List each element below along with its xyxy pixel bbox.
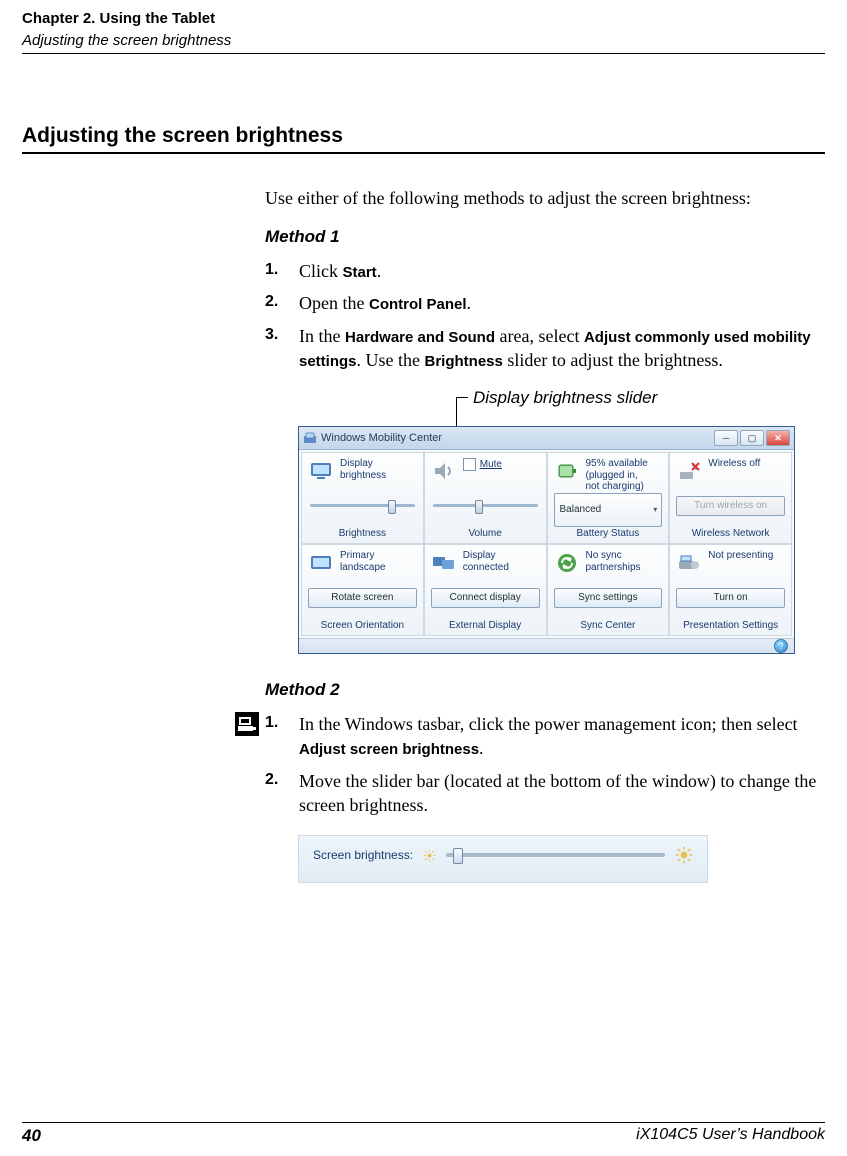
- window-title: Windows Mobility Center: [321, 432, 714, 444]
- section-subhead: Adjusting the screen brightness: [22, 27, 825, 54]
- tile-caption: Battery Status: [554, 527, 663, 539]
- tile-label: Primary landscape: [340, 550, 406, 573]
- step-number: 1.: [265, 712, 299, 734]
- page-number: 40: [22, 1126, 41, 1146]
- brightness-slider[interactable]: [446, 853, 665, 857]
- step-text: Open the Control Panel.: [299, 291, 825, 315]
- projector-icon: [676, 550, 702, 576]
- window-footer: ?: [299, 638, 794, 653]
- step-text: Move the slider bar (located at the bott…: [299, 769, 825, 818]
- brightness-slider[interactable]: [310, 504, 415, 507]
- connect-display-button[interactable]: Connect display: [431, 588, 540, 608]
- wireless-off-icon: [676, 458, 702, 484]
- tile-caption: Volume: [431, 527, 540, 539]
- sun-dim-icon: [423, 849, 436, 862]
- tile-label: 95% available (plugged in, not charging): [586, 458, 652, 493]
- tile-caption: External Display: [431, 619, 540, 631]
- step-number: 1.: [265, 259, 299, 281]
- minimize-button[interactable]: ─: [714, 430, 738, 446]
- mobility-center-window: Windows Mobility Center ─ ▢ ✕ Display br…: [298, 426, 795, 654]
- callout-leader-line: [456, 397, 468, 398]
- step-number: 2.: [265, 769, 299, 791]
- sync-settings-button[interactable]: Sync settings: [554, 588, 663, 608]
- tile-orientation: Primary landscape Rotate screen Screen O…: [301, 544, 424, 636]
- sun-bright-icon: [675, 846, 693, 864]
- orientation-icon: [308, 550, 334, 576]
- method2-heading: Method 2: [265, 680, 825, 700]
- tile-presentation: Not presenting Turn on Presentation Sett…: [669, 544, 792, 636]
- tile-caption: Presentation Settings: [676, 619, 785, 631]
- chapter-title: Chapter 2. Using the Tablet: [22, 10, 825, 27]
- page-footer: 40 iX104C5 User’s Handbook: [22, 1122, 825, 1146]
- rotate-screen-button[interactable]: Rotate screen: [308, 588, 417, 608]
- tile-label: Wireless off: [708, 458, 760, 470]
- book-title: iX104C5 User’s Handbook: [636, 1126, 825, 1146]
- callout: Display brightness slider: [265, 388, 825, 426]
- dual-monitor-icon: [431, 550, 457, 576]
- tile-label: Display connected: [463, 550, 529, 573]
- tile-external-display: Display connected Connect display Extern…: [424, 544, 547, 636]
- turn-wireless-on-button[interactable]: Turn wireless on: [676, 496, 785, 516]
- app-icon: [303, 431, 317, 445]
- tile-caption: Wireless Network: [676, 527, 785, 539]
- step-text: In the Windows tasbar, click the power m…: [299, 712, 825, 761]
- tile-display-brightness: Display brightness Brightness: [301, 452, 424, 544]
- tile-battery: 95% available (plugged in, not charging)…: [547, 452, 670, 544]
- battery-icon: [554, 458, 580, 484]
- tile-wireless: Wireless off Turn wireless on Wireless N…: [669, 452, 792, 544]
- monitor-icon: [308, 458, 334, 484]
- chevron-down-icon: ▾: [653, 505, 657, 514]
- callout-leader-line: [456, 397, 457, 426]
- brightness-label: Screen brightness:: [313, 848, 413, 862]
- tile-caption: Screen Orientation: [308, 619, 417, 631]
- brightness-panel: Screen brightness:: [298, 835, 708, 883]
- method1-steps: 1. Click Start. 2. Open the Control Pane…: [265, 259, 825, 372]
- title-bar[interactable]: Windows Mobility Center ─ ▢ ✕: [299, 427, 794, 450]
- mute-checkbox[interactable]: [463, 458, 476, 471]
- callout-label: Display brightness slider: [473, 388, 657, 408]
- volume-slider[interactable]: [433, 504, 538, 507]
- step-number: 2.: [265, 291, 299, 313]
- method2-steps: 1. In the Windows tasbar, click the powe…: [265, 712, 825, 817]
- tile-sync-center: No sync partnerships Sync settings Sync …: [547, 544, 670, 636]
- intro-text: Use either of the following methods to a…: [265, 188, 825, 209]
- tile-caption: Sync Center: [554, 619, 663, 631]
- step-text: Click Start.: [299, 259, 825, 283]
- sync-icon: [554, 550, 580, 576]
- power-management-icon: [235, 712, 259, 736]
- power-plan-combo[interactable]: Balanced▾: [554, 493, 663, 528]
- turn-on-presentation-button[interactable]: Turn on: [676, 588, 785, 608]
- tile-caption: Brightness: [308, 527, 417, 539]
- tile-label: No sync partnerships: [586, 550, 652, 573]
- step-number: 3.: [265, 324, 299, 346]
- speaker-icon: [431, 458, 457, 484]
- help-icon[interactable]: ?: [774, 639, 788, 653]
- tile-label: Mute: [480, 459, 502, 471]
- step-text: In the Hardware and Sound area, select A…: [299, 324, 825, 373]
- method1-heading: Method 1: [265, 227, 825, 247]
- tile-label: Not presenting: [708, 550, 773, 562]
- maximize-button[interactable]: ▢: [740, 430, 764, 446]
- close-button[interactable]: ✕: [766, 430, 790, 446]
- section-heading: Adjusting the screen brightness: [22, 124, 825, 154]
- tile-label: Display brightness: [340, 458, 406, 481]
- slider-thumb[interactable]: [453, 848, 463, 864]
- tile-volume: Mute Volume: [424, 452, 547, 544]
